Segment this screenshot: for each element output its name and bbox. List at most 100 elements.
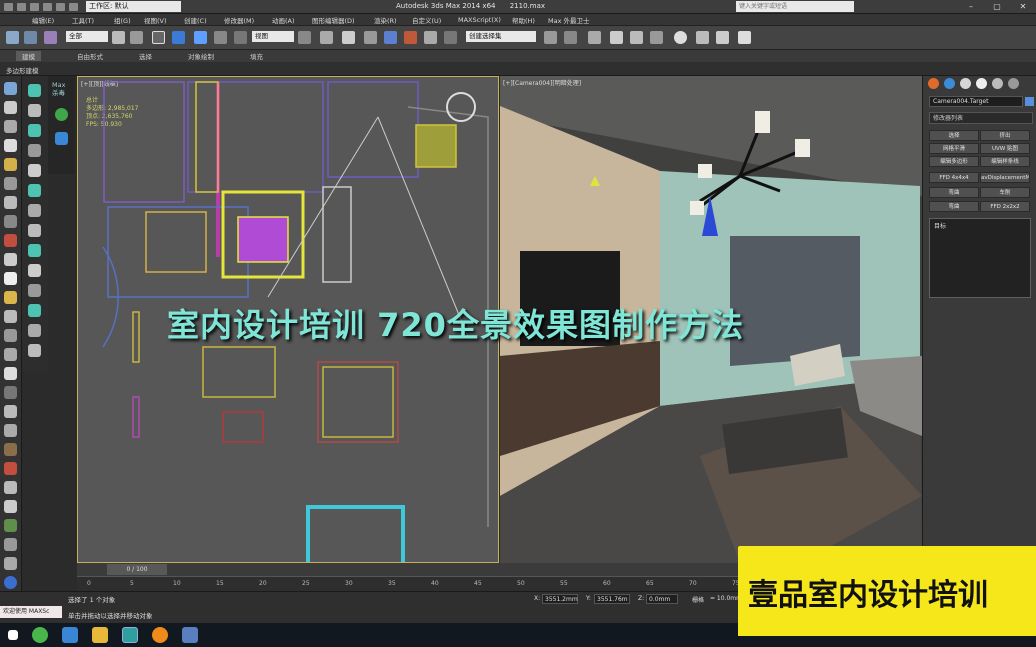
tool-icon-12[interactable] (4, 291, 17, 304)
reference-coordinate-dropdown[interactable]: 视图 (252, 31, 294, 42)
utilities-tab-icon[interactable] (1008, 78, 1019, 89)
app-icon-5[interactable] (152, 627, 168, 643)
tab-object-paint[interactable]: 对象绘制 (188, 51, 214, 61)
window-crossing-icon[interactable] (172, 31, 185, 44)
mod-button-select[interactable]: 选择 (929, 130, 979, 141)
modifier-stack[interactable]: 目标 (929, 218, 1031, 298)
motion-tab-icon[interactable] (976, 78, 987, 89)
tool-icon-26[interactable] (4, 557, 17, 570)
align-icon[interactable] (564, 31, 577, 44)
tool-icon-4[interactable] (4, 139, 17, 152)
app-icon-2[interactable] (62, 627, 78, 643)
side-tool-4[interactable] (28, 144, 41, 157)
tool-icon-5[interactable] (4, 158, 17, 171)
select-by-name-icon[interactable] (130, 31, 143, 44)
tool-icon-20[interactable] (4, 443, 17, 456)
menu-animation[interactable]: 动画(A) (272, 15, 312, 25)
menu-rendering[interactable]: 渲染(R) (374, 15, 412, 25)
workspace-dropdown[interactable]: 工作区: 默认 (86, 1, 181, 12)
tool-icon-1[interactable] (4, 82, 17, 95)
mod-button-ffd222[interactable]: FFD 2x2x2 (980, 201, 1030, 212)
antivirus-icon[interactable] (55, 108, 68, 121)
named-selection-dropdown[interactable]: 创建选择集 (466, 31, 536, 42)
side-tool-7[interactable] (28, 204, 41, 217)
mod-button-bend[interactable]: 弯曲 (929, 187, 979, 198)
tab-freeform[interactable]: 自由形式 (77, 51, 103, 61)
shield-icon[interactable] (55, 132, 68, 145)
z-coordinate-field[interactable]: 0.0mm (646, 594, 678, 604)
minimize-button[interactable]: – (958, 0, 984, 14)
edit-named-selection-icon[interactable] (444, 31, 457, 44)
side-tool-1[interactable] (28, 84, 41, 97)
keyboard-shortcut-icon[interactable] (342, 31, 355, 44)
tool-icon-2[interactable] (4, 101, 17, 114)
mod-button-bend-2[interactable]: 弯曲 (929, 201, 979, 212)
tool-icon-6[interactable] (4, 177, 17, 190)
tab-populate[interactable]: 填充 (250, 51, 263, 61)
y-coordinate-field[interactable]: 3551.76m (594, 594, 630, 604)
mirror-icon[interactable] (544, 31, 557, 44)
side-tool-13[interactable] (28, 324, 41, 337)
menu-views[interactable]: 视图(V) (144, 15, 184, 25)
tool-icon-27[interactable] (4, 576, 17, 589)
polygon-modeling-label[interactable]: 多边形建模 (6, 65, 39, 75)
app-icon-6[interactable] (182, 627, 198, 643)
selection-filter-dropdown[interactable]: 全部 (66, 31, 108, 42)
new-file-icon[interactable] (17, 2, 26, 11)
angle-snap-icon[interactable] (384, 31, 397, 44)
maxscript-listener[interactable]: 欢迎使用 MAXSc (0, 606, 62, 618)
x-coordinate-field[interactable]: 3551.2mm (542, 594, 578, 604)
select-manipulate-icon[interactable] (320, 31, 333, 44)
menu-edit[interactable]: 编辑(E) (32, 15, 72, 25)
maximize-button[interactable]: ▢ (984, 0, 1010, 14)
side-tool-11[interactable] (28, 284, 41, 297)
select-rotate-icon[interactable] (214, 31, 227, 44)
mod-button-ffd444[interactable]: FFD 4x4x4 (929, 172, 979, 183)
viewport-camera-label[interactable]: [+][Camera004][明暗处理] (503, 78, 581, 87)
tool-icon-23[interactable] (4, 500, 17, 513)
object-color-swatch[interactable] (1025, 97, 1034, 106)
select-object-icon[interactable] (112, 31, 125, 44)
tool-icon-17[interactable] (4, 386, 17, 399)
tool-icon-14[interactable] (4, 329, 17, 342)
select-move-icon[interactable] (194, 31, 207, 44)
side-tool-8[interactable] (28, 224, 41, 237)
render-production-icon[interactable] (738, 31, 751, 44)
modify-tab-icon[interactable] (944, 78, 955, 89)
curve-editor-icon[interactable] (630, 31, 643, 44)
mod-button-meshsmooth[interactable]: 网格平滑 (929, 143, 979, 154)
menu-help[interactable]: 帮助(H) (512, 15, 548, 25)
mod-button-uvw-map[interactable]: UVW 贴图 (980, 143, 1030, 154)
app-menu-icon[interactable] (4, 2, 13, 11)
tool-icon-8[interactable] (4, 215, 17, 228)
open-file-icon[interactable] (30, 2, 39, 11)
display-tab-icon[interactable] (992, 78, 1003, 89)
mod-button-displacement[interactable]: avDisplacementM (980, 172, 1030, 183)
undo-icon[interactable] (56, 2, 65, 11)
close-button[interactable]: ✕ (1010, 0, 1036, 14)
tab-selection[interactable]: 选择 (139, 51, 152, 61)
side-tool-12[interactable] (28, 304, 41, 317)
snaps-toggle-icon[interactable] (364, 31, 377, 44)
windows-start-icon[interactable] (8, 630, 18, 640)
tool-icon-24[interactable] (4, 519, 17, 532)
spinner-snap-icon[interactable] (424, 31, 437, 44)
menu-create[interactable]: 创建(C) (184, 15, 224, 25)
modifier-list-dropdown[interactable]: 修改器列表 (929, 112, 1033, 124)
3ds-max-task-icon[interactable] (122, 627, 138, 643)
mod-button-extrude[interactable]: 挤出 (980, 130, 1030, 141)
side-tool-5[interactable] (28, 164, 41, 177)
mod-button-lathe[interactable]: 车削 (980, 187, 1030, 198)
hierarchy-tab-icon[interactable] (960, 78, 971, 89)
pivot-center-icon[interactable] (298, 31, 311, 44)
browser-icon[interactable] (32, 627, 48, 643)
tool-icon-25[interactable] (4, 538, 17, 551)
rendered-frame-icon[interactable] (716, 31, 729, 44)
percent-snap-icon[interactable] (404, 31, 417, 44)
layer-manager-icon[interactable] (588, 31, 601, 44)
create-tab-icon[interactable] (928, 78, 939, 89)
link-icon[interactable] (6, 31, 19, 44)
time-slider-handle[interactable]: 0 / 100 (107, 564, 167, 575)
tool-icon-11[interactable] (4, 272, 17, 285)
menu-tools[interactable]: 工具(T) (72, 15, 114, 25)
